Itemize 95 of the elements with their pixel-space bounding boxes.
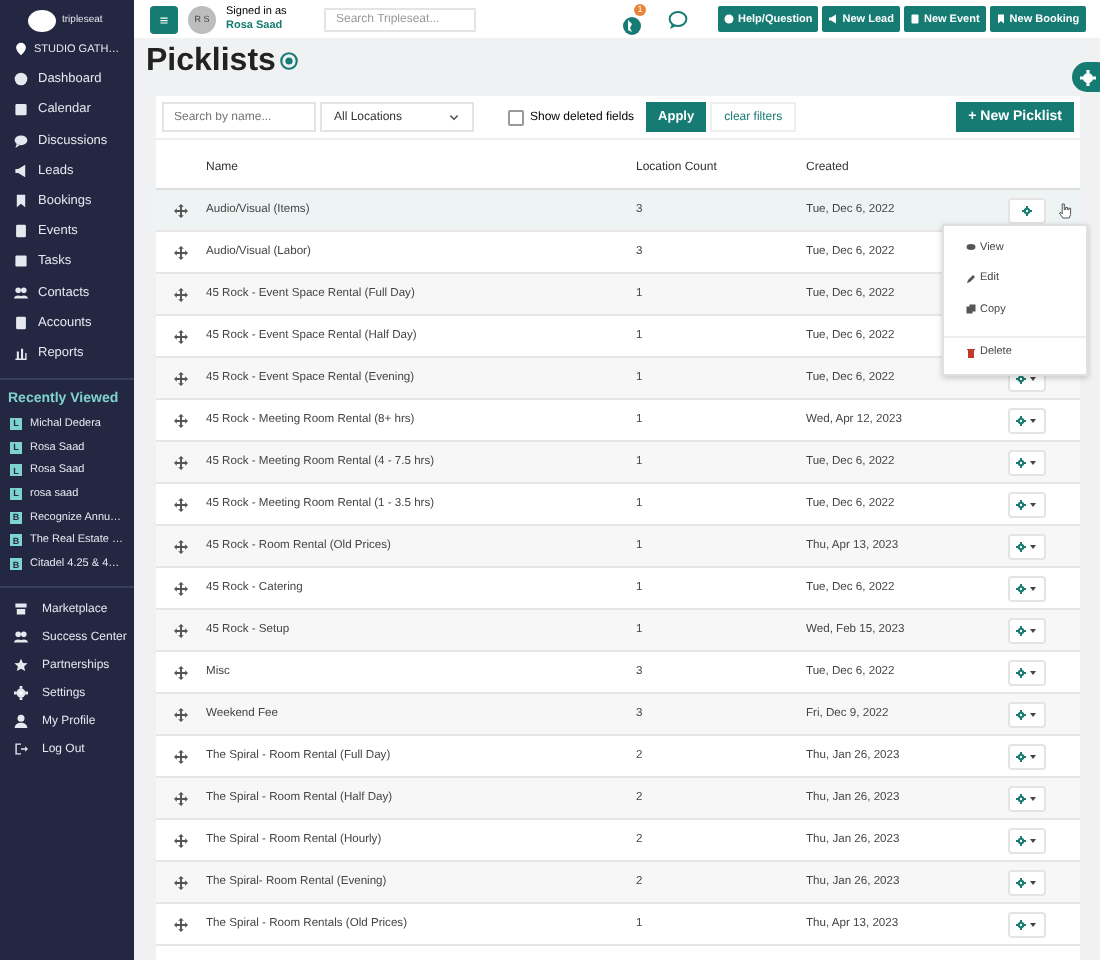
actions-button[interactable] bbox=[1008, 869, 1046, 895]
settings-icon bbox=[1016, 541, 1026, 551]
chevron-down-icon bbox=[448, 111, 460, 123]
megaphone-icon bbox=[14, 163, 28, 178]
caret-icon bbox=[1028, 499, 1038, 509]
caret-icon bbox=[1028, 415, 1038, 425]
settings-icon bbox=[1016, 919, 1026, 929]
logout-icon bbox=[14, 742, 28, 757]
logo-icon bbox=[28, 9, 56, 31]
drag-handle-icon bbox=[174, 413, 188, 427]
bookmark-icon bbox=[14, 194, 28, 209]
chat-bubble-icon bbox=[668, 9, 688, 29]
caret-icon bbox=[1028, 919, 1038, 929]
actions-button[interactable] bbox=[1008, 743, 1046, 769]
menu-button[interactable] bbox=[150, 5, 178, 33]
pin-icon bbox=[14, 42, 28, 57]
settings-icon bbox=[1016, 709, 1026, 719]
drag-handle-icon bbox=[174, 581, 188, 595]
calendar-icon bbox=[14, 102, 28, 117]
chat-bubble-icon bbox=[14, 133, 28, 148]
actions-button[interactable] bbox=[1008, 659, 1046, 685]
actions-button[interactable] bbox=[1008, 197, 1046, 223]
drag-handle-icon bbox=[174, 749, 188, 763]
settings-icon bbox=[1022, 205, 1032, 215]
drag-handle-icon bbox=[174, 917, 188, 931]
drag-handle-icon bbox=[174, 539, 188, 553]
settings-icon bbox=[1080, 69, 1096, 85]
settings-icon bbox=[1016, 877, 1026, 887]
checkbox[interactable] bbox=[508, 109, 524, 125]
pencil-icon bbox=[966, 273, 976, 284]
actions-button[interactable] bbox=[1008, 407, 1046, 433]
document-icon bbox=[14, 224, 28, 239]
drag-handle-icon bbox=[174, 287, 188, 301]
drag-handle-icon bbox=[174, 455, 188, 469]
drag-handle-icon bbox=[174, 875, 188, 889]
eye-icon bbox=[966, 242, 976, 253]
people-icon bbox=[14, 285, 28, 300]
menu-icon bbox=[158, 13, 170, 25]
settings-icon bbox=[1016, 667, 1026, 677]
caret-icon bbox=[1028, 877, 1038, 887]
actions-button[interactable] bbox=[1008, 575, 1046, 601]
settings-icon bbox=[1016, 583, 1026, 593]
caret-icon bbox=[1028, 583, 1038, 593]
actions-button[interactable] bbox=[1008, 701, 1046, 727]
settings-icon bbox=[1016, 835, 1026, 845]
bar-chart-icon bbox=[14, 345, 28, 360]
actions-button[interactable] bbox=[1008, 617, 1046, 643]
actions-button[interactable] bbox=[1008, 533, 1046, 559]
document-icon bbox=[909, 14, 920, 24]
caret-icon bbox=[1028, 625, 1038, 635]
caret-icon bbox=[1028, 667, 1038, 677]
settings-icon bbox=[1016, 415, 1026, 425]
drag-handle-icon bbox=[174, 203, 188, 217]
drag-handle-icon bbox=[174, 497, 188, 511]
drag-handle-icon bbox=[174, 707, 188, 721]
settings-icon bbox=[1016, 625, 1026, 635]
actions-button[interactable] bbox=[1008, 449, 1046, 475]
drag-handle-icon bbox=[174, 245, 188, 259]
drag-handle-icon bbox=[174, 665, 188, 679]
person-icon bbox=[14, 714, 28, 729]
actions-button[interactable] bbox=[1008, 785, 1046, 811]
dashboard-icon bbox=[14, 72, 28, 87]
caret-icon bbox=[1028, 751, 1038, 761]
settings-icon bbox=[1016, 751, 1026, 761]
settings-button[interactable] bbox=[1072, 62, 1100, 92]
store-icon bbox=[14, 602, 28, 617]
help-icon bbox=[724, 14, 734, 24]
bookmark-icon bbox=[995, 14, 1006, 24]
caret-icon bbox=[1028, 709, 1038, 719]
caret-icon bbox=[1028, 541, 1038, 551]
star-icon bbox=[14, 658, 28, 673]
drag-handle-icon bbox=[174, 623, 188, 637]
settings-icon bbox=[14, 686, 28, 701]
caret-icon bbox=[1028, 835, 1038, 845]
drag-handle-icon bbox=[174, 329, 188, 343]
actions-button[interactable] bbox=[1008, 491, 1046, 517]
caret-icon bbox=[1028, 793, 1038, 803]
settings-icon bbox=[1016, 793, 1026, 803]
page-title: Picklists bbox=[146, 43, 276, 79]
people-icon bbox=[14, 630, 28, 645]
megaphone-icon bbox=[828, 14, 839, 24]
actions-button[interactable] bbox=[1008, 911, 1046, 937]
drag-handle-icon bbox=[174, 791, 188, 805]
checkbox-icon bbox=[14, 254, 28, 269]
drag-handle-icon bbox=[174, 833, 188, 847]
actions-button[interactable] bbox=[1008, 827, 1046, 853]
copy-icon bbox=[966, 304, 976, 315]
document-icon bbox=[14, 315, 28, 330]
caret-icon bbox=[1028, 457, 1038, 467]
drag-handle-icon bbox=[174, 371, 188, 385]
help-icon bbox=[279, 52, 298, 70]
settings-icon bbox=[1016, 499, 1026, 509]
settings-icon bbox=[1016, 457, 1026, 467]
hand-cursor-icon bbox=[1058, 202, 1072, 220]
trash-icon bbox=[966, 347, 976, 358]
